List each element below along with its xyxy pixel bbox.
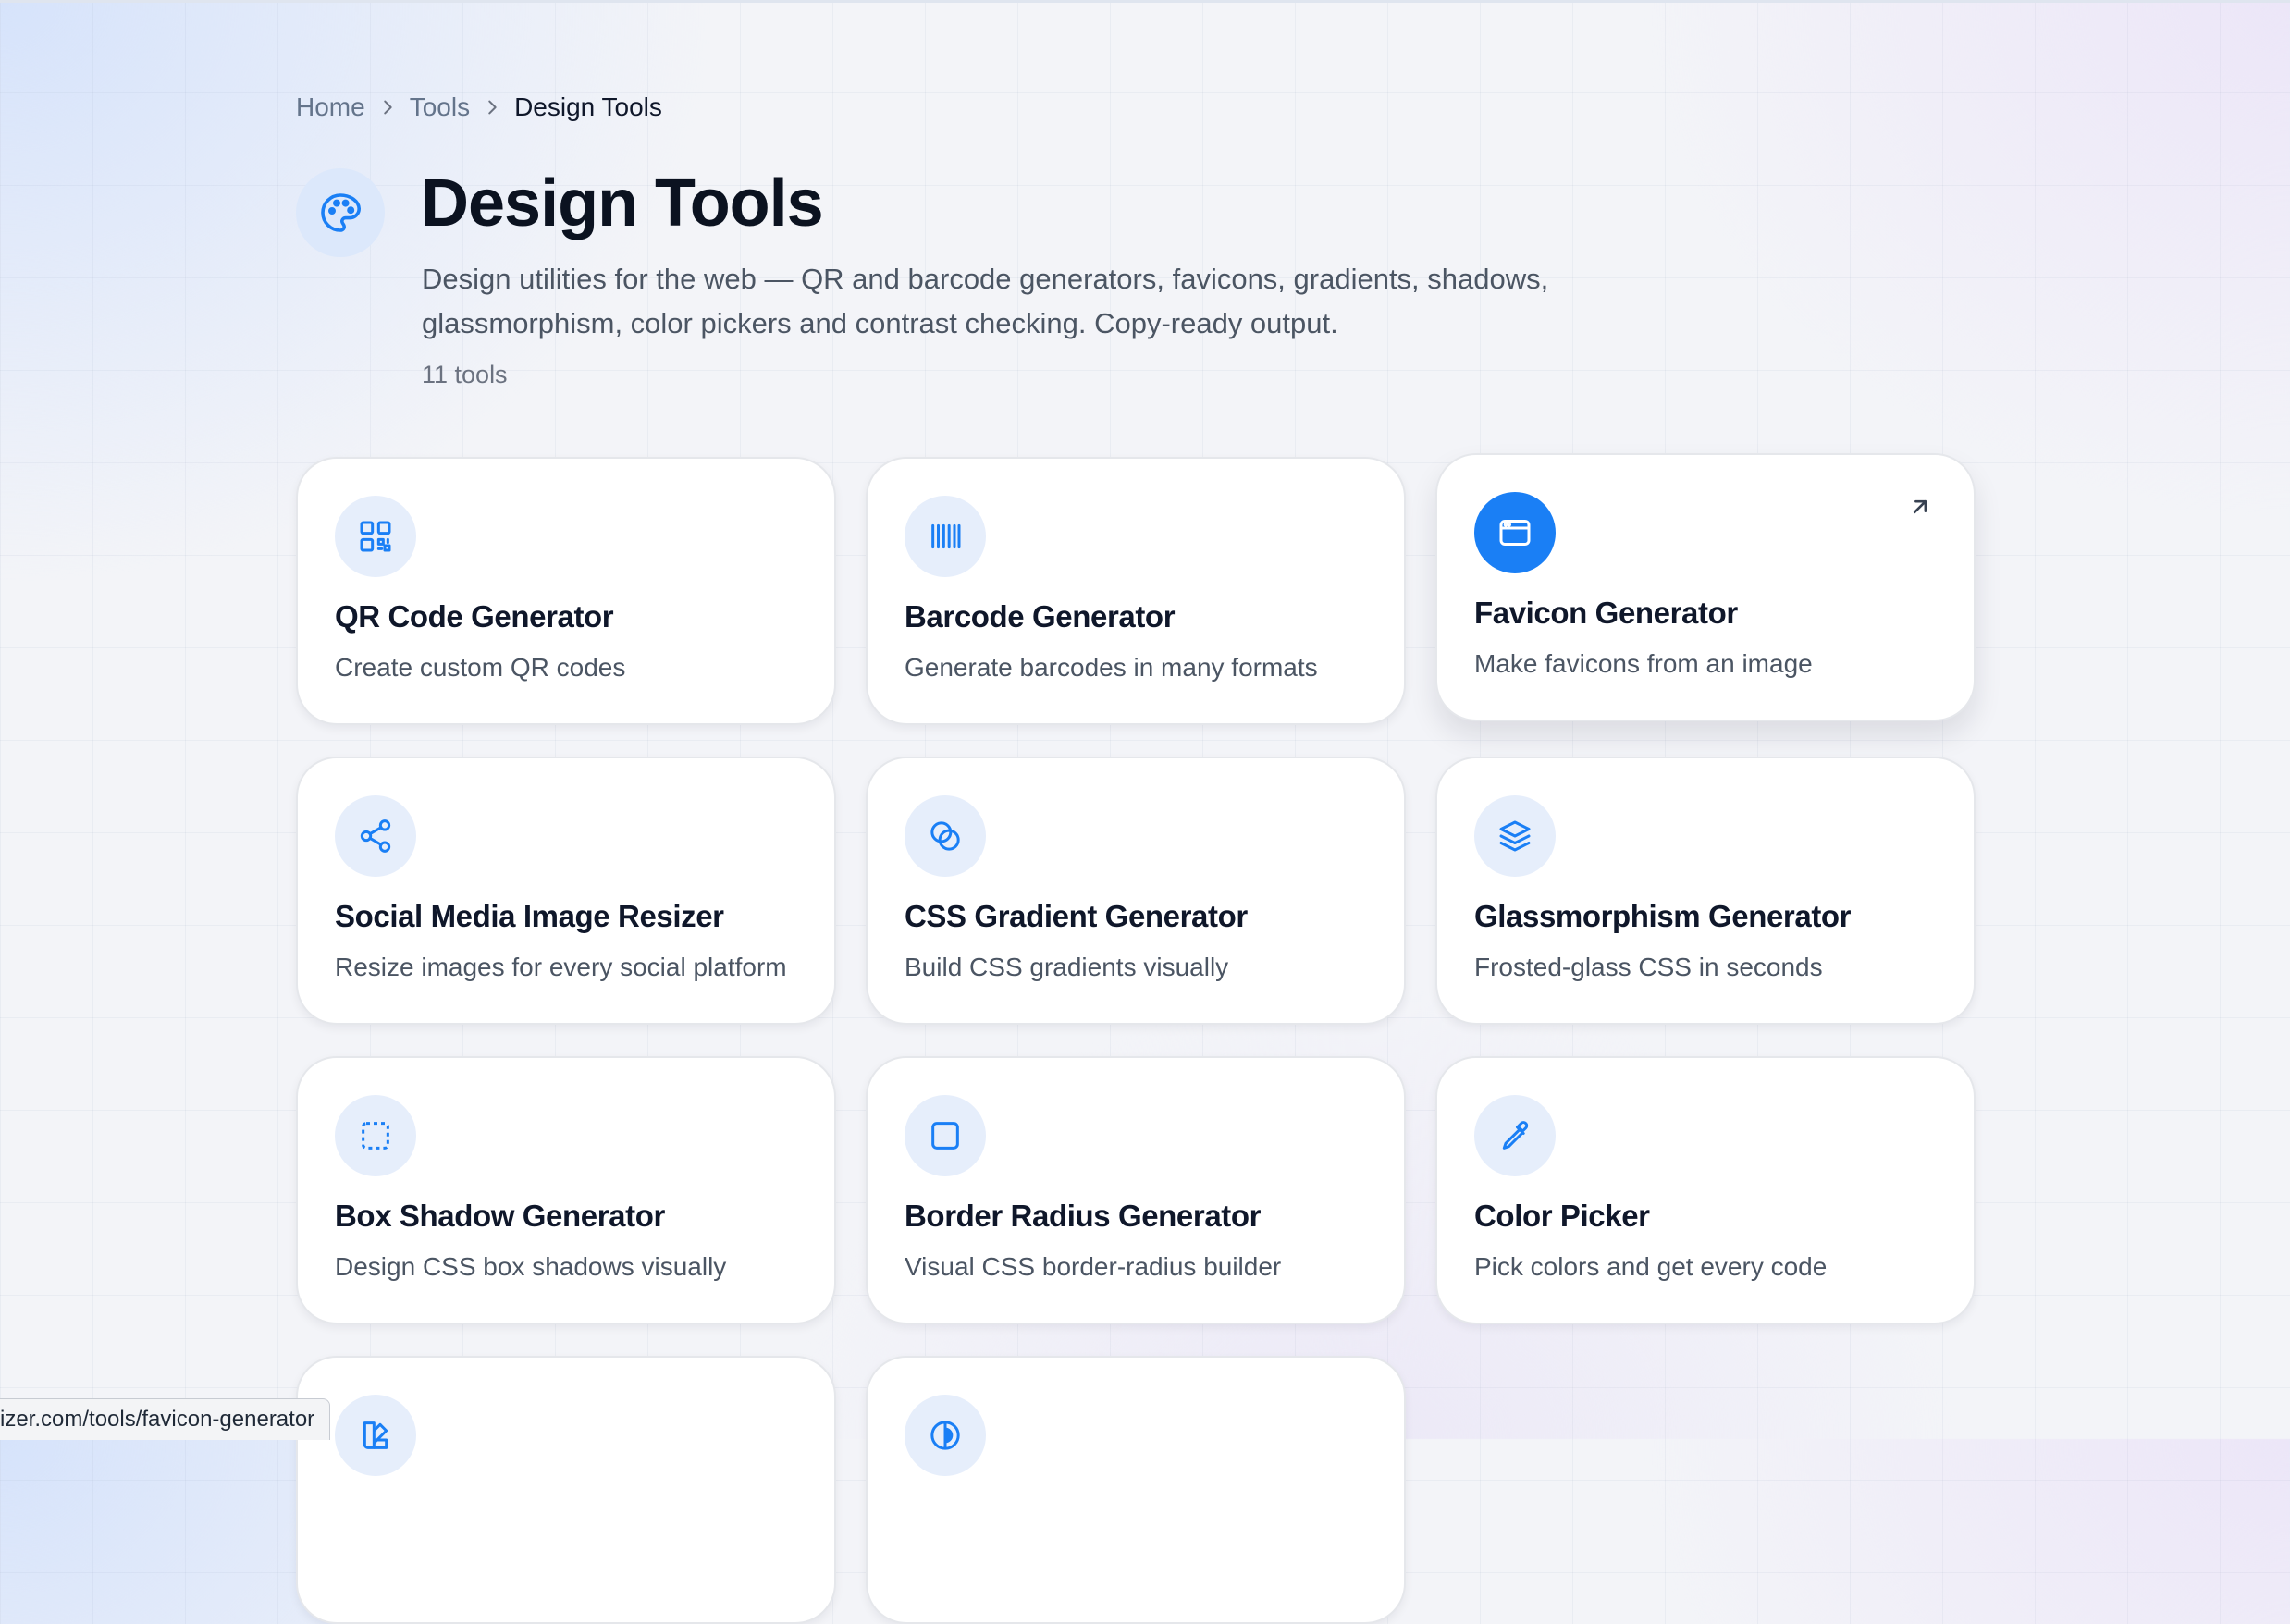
breadcrumb-home-link[interactable]: Home xyxy=(296,92,365,122)
tool-count: 11 tools xyxy=(422,361,508,388)
palette-icon xyxy=(296,168,385,257)
qr-code-icon xyxy=(335,496,416,577)
tool-card-title: Barcode Generator xyxy=(905,599,1176,634)
breadcrumb-current: Design Tools xyxy=(514,92,662,121)
tool-card-barcode-generator[interactable]: Barcode Generator Generate barcodes in m… xyxy=(866,457,1406,725)
chevron-right-icon xyxy=(470,97,514,117)
tool-card-box-shadow-generator[interactable]: Box Shadow Generator Design CSS box shad… xyxy=(296,1056,836,1324)
breadcrumb: Home Tools Design Tools xyxy=(296,89,662,126)
tool-card-title: Social Media Image Resizer xyxy=(335,899,724,933)
tools-grid: QR Code Generator Create custom QR codes… xyxy=(296,453,1976,1624)
tool-card-css-gradient-generator[interactable]: CSS Gradient Generator Build CSS gradien… xyxy=(866,757,1406,1025)
arrow-up-right-icon xyxy=(1913,499,1927,514)
tool-card-qr-code-generator[interactable]: QR Code Generator Create custom QR codes xyxy=(296,457,836,725)
top-border xyxy=(0,0,2290,3)
tool-card-color-picker[interactable]: Color Picker Pick colors and get every c… xyxy=(1435,1056,1976,1324)
tool-card-description: Build CSS gradients visually xyxy=(905,953,1229,981)
tool-card-description: Pick colors and get every code xyxy=(1474,1252,1828,1281)
barcode-icon xyxy=(905,496,986,577)
status-bar-url-preview: izer.com/tools/favicon-generator xyxy=(0,1398,331,1440)
layers-icon xyxy=(1474,795,1556,877)
rounded-square-icon xyxy=(905,1095,986,1176)
tool-card-favicon-generator[interactable]: Favicon Generator Make favicons from an … xyxy=(1435,453,1976,721)
tool-card-description: Create custom QR codes xyxy=(335,653,626,682)
tool-card-10[interactable] xyxy=(296,1356,836,1624)
breadcrumb-tools-link[interactable]: Tools xyxy=(410,92,470,122)
tool-card-description: Frosted-glass CSS in seconds xyxy=(1474,953,1823,981)
tool-card-title: CSS Gradient Generator xyxy=(905,899,1248,933)
tool-card-border-radius-generator[interactable]: Border Radius Generator Visual CSS borde… xyxy=(866,1056,1406,1324)
tool-card-11[interactable] xyxy=(866,1356,1406,1624)
browser-window-icon xyxy=(1474,492,1556,573)
share-icon xyxy=(335,795,416,877)
tool-card-title: Box Shadow Generator xyxy=(335,1199,665,1233)
tool-card-description: Design CSS box shadows visually xyxy=(335,1252,727,1281)
tool-card-title: Glassmorphism Generator xyxy=(1474,899,1852,933)
tool-card-title: Favicon Generator xyxy=(1474,596,1738,630)
tool-card-description: Visual CSS border-radius builder xyxy=(905,1252,1282,1281)
page-description: Design utilities for the web — QR and ba… xyxy=(422,263,1549,339)
pipette-icon xyxy=(1474,1095,1556,1176)
chevron-right-icon xyxy=(365,97,410,117)
tool-card-glassmorphism-generator[interactable]: Glassmorphism Generator Frosted-glass CS… xyxy=(1435,757,1976,1025)
tool-card-social-media-image-resizer[interactable]: Social Media Image Resizer Resize images… xyxy=(296,757,836,1025)
tool-card-title: QR Code Generator xyxy=(335,599,614,634)
blend-icon xyxy=(905,795,986,877)
dashed-square-icon xyxy=(335,1095,416,1176)
tool-card-title: Color Picker xyxy=(1474,1199,1650,1233)
tool-card-description: Make favicons from an image xyxy=(1474,649,1813,678)
contrast-icon xyxy=(905,1395,986,1476)
tool-card-description: Generate barcodes in many formats xyxy=(905,653,1318,682)
swatch-book-icon xyxy=(335,1395,416,1476)
tool-card-title: Border Radius Generator xyxy=(905,1199,1262,1233)
page-title: Design Tools xyxy=(421,166,824,240)
tool-card-description: Resize images for every social platform xyxy=(335,953,787,981)
